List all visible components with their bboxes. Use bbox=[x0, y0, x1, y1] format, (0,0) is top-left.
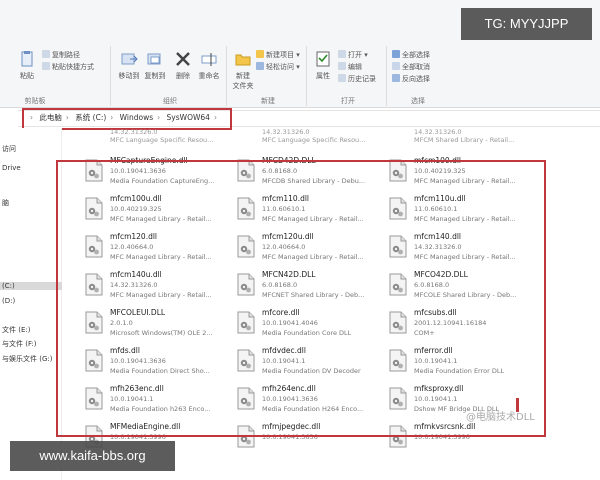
clipboard-group-label: 剪贴板 bbox=[24, 97, 46, 105]
file-description: MFC Language Specific Resou... bbox=[110, 136, 214, 144]
file-item-partial[interactable]: 14.32.31326.0 MFCM Shared Library - Reta… bbox=[414, 128, 514, 144]
open-label: 打开 ▾ bbox=[348, 51, 368, 59]
watermark-site: www.kaifa-bbs.org bbox=[10, 441, 175, 471]
ribbon-separator bbox=[306, 46, 307, 106]
open-icon bbox=[338, 50, 346, 58]
nav-item-quick-access[interactable]: 访问 bbox=[2, 144, 16, 154]
delete-label: 删除 bbox=[176, 72, 190, 80]
file-description: MFCM Shared Library - Retail... bbox=[414, 136, 515, 144]
copy-path-icon bbox=[42, 50, 50, 58]
paste-shortcut-icon bbox=[42, 62, 50, 70]
nav-item-drive-e[interactable]: 文件 (E:) bbox=[2, 325, 30, 335]
file-item-partial[interactable]: 14.32.31326.0 MFC Language Specific Reso… bbox=[110, 128, 213, 144]
invert-selection-button[interactable]: 反向选择 bbox=[392, 74, 430, 85]
nav-item-drive-f[interactable]: 与文件 (F:) bbox=[2, 339, 37, 349]
history-button[interactable]: 历史记录 bbox=[338, 74, 376, 85]
history-label: 历史记录 bbox=[348, 75, 376, 83]
new-folder-label-2: 文件夹 bbox=[232, 82, 254, 90]
file-description: MFC Language Specific Resou... bbox=[262, 136, 366, 144]
rename-button[interactable]: 重命名 bbox=[194, 50, 224, 81]
nav-item-drive-g[interactable]: 与娱乐文件 (G:) bbox=[2, 354, 52, 364]
move-to-icon bbox=[121, 53, 138, 65]
watermark-tg: TG: MYYJJPP bbox=[461, 8, 592, 40]
nav-item-drive-d[interactable]: (D:) bbox=[2, 297, 15, 305]
file-item-partial[interactable]: 14.32.31326.0 MFC Language Specific Reso… bbox=[262, 128, 365, 144]
properties-label: 属性 bbox=[316, 72, 330, 80]
new-group-label: 新建 bbox=[261, 97, 275, 105]
rename-icon bbox=[201, 53, 217, 66]
edit-icon bbox=[338, 62, 346, 70]
nav-item-drive-c[interactable]: (C:) bbox=[0, 282, 62, 290]
file-version: 14.32.31326.0 bbox=[110, 128, 158, 136]
new-folder-button[interactable]: 新建 文件夹 bbox=[228, 50, 258, 91]
copy-path-button[interactable]: 复制路径 bbox=[42, 50, 80, 61]
open-group: 属性 打开 ▾ 编辑 历史记录 打开 bbox=[308, 42, 388, 108]
folder-icon bbox=[235, 54, 251, 66]
new-item-label: 新建项目 ▾ bbox=[266, 51, 300, 59]
file-version: 14.32.31326.0 bbox=[262, 128, 310, 136]
pin-label: 粘贴 bbox=[20, 72, 34, 80]
edit-label: 编辑 bbox=[348, 63, 362, 71]
ribbon-separator bbox=[226, 46, 227, 106]
new-group: 新建 文件夹 新建项目 ▾ 轻松访问 ▾ 新建 bbox=[228, 42, 308, 108]
paste-shortcut-button[interactable]: 粘贴快捷方式 bbox=[42, 62, 94, 73]
easy-access-label: 轻松访问 ▾ bbox=[266, 63, 300, 71]
organize-group: 移动到 复制到 删除 重命名 组织 bbox=[112, 42, 228, 108]
select-all-icon bbox=[392, 50, 400, 58]
ribbon-separator bbox=[386, 46, 387, 106]
copy-path-label: 复制路径 bbox=[52, 51, 80, 59]
ribbon-separator bbox=[110, 46, 111, 106]
new-item-icon bbox=[256, 50, 264, 58]
invert-selection-label: 反向选择 bbox=[402, 75, 430, 83]
select-none-icon bbox=[392, 62, 400, 70]
new-item-button[interactable]: 新建项目 ▾ bbox=[256, 50, 300, 61]
properties-icon bbox=[316, 51, 330, 67]
copy-to-label: 复制到 bbox=[144, 72, 166, 80]
pin-button[interactable]: 粘贴 bbox=[12, 50, 42, 81]
address-highlight-box bbox=[22, 108, 232, 130]
select-group-label: 选择 bbox=[411, 97, 425, 105]
copy-to-icon bbox=[147, 53, 161, 65]
history-icon bbox=[338, 74, 346, 82]
easy-access-button[interactable]: 轻松访问 ▾ bbox=[256, 62, 300, 73]
select-all-button[interactable]: 全部选择 bbox=[392, 50, 430, 61]
clipboard-group: 粘贴 复制路径 粘贴快捷方式 剪贴板 bbox=[0, 42, 94, 108]
move-to-label: 移动到 bbox=[118, 72, 140, 80]
rename-label: 重命名 bbox=[198, 72, 220, 80]
watermark-zh: @电脑技术DLL bbox=[466, 412, 535, 423]
file-version: 14.32.31326.0 bbox=[414, 128, 462, 136]
edit-button[interactable]: 编辑 bbox=[338, 62, 362, 73]
select-none-button[interactable]: 全部取消 bbox=[392, 62, 430, 73]
new-folder-label-1: 新建 bbox=[236, 72, 250, 80]
nav-item-this-pc[interactable]: 脑 bbox=[2, 198, 9, 208]
select-none-label: 全部取消 bbox=[402, 63, 430, 71]
delete-icon bbox=[176, 52, 190, 66]
open-button[interactable]: 打开 ▾ bbox=[338, 50, 368, 61]
select-all-label: 全部选择 bbox=[402, 51, 430, 59]
pin-icon bbox=[21, 51, 33, 67]
paste-shortcut-label: 粘贴快捷方式 bbox=[52, 63, 94, 71]
open-group-label: 打开 bbox=[341, 97, 355, 105]
properties-button[interactable]: 属性 bbox=[308, 50, 338, 81]
easy-access-icon bbox=[256, 62, 264, 70]
invert-selection-icon bbox=[392, 74, 400, 82]
copy-to-button[interactable]: 复制到 bbox=[140, 50, 170, 81]
nav-item-onedrive[interactable]: Drive bbox=[2, 164, 21, 172]
navigation-pane: 访问 Drive 脑 (C:) (D:) 文件 (E:) 与文件 (F:) 与娱… bbox=[0, 128, 62, 480]
files-highlight-box bbox=[56, 160, 546, 437]
select-group: 全部选择 全部取消 反向选择 选择 bbox=[388, 42, 448, 108]
organize-group-label: 组织 bbox=[163, 97, 177, 105]
